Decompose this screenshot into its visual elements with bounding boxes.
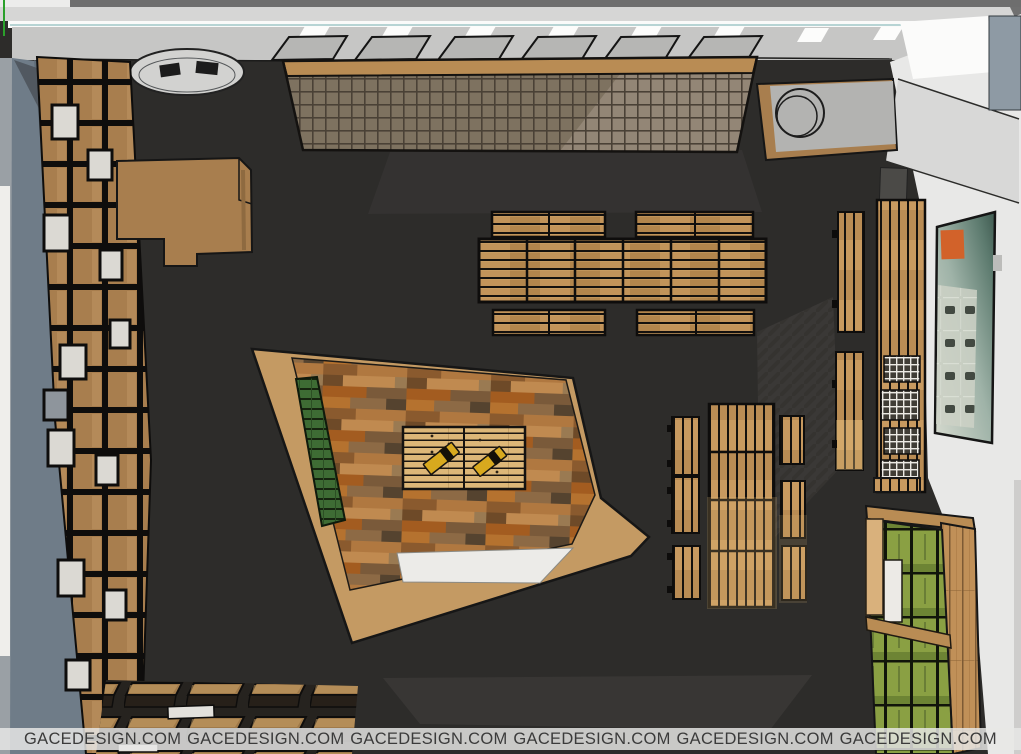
right-wall-bright bbox=[900, 16, 993, 79]
sunlight-overlay bbox=[836, 420, 863, 470]
interior-render-canvas: GACEDESIGN.COM GACEDESIGN.COM GACEDESIGN… bbox=[0, 0, 1021, 754]
watermark-text: GACEDESIGN.COM bbox=[350, 730, 507, 749]
wall-poster bbox=[935, 212, 1002, 443]
rug-oval bbox=[130, 49, 244, 95]
wall-floor-edge-right bbox=[757, 58, 892, 59]
grid-panel-grid bbox=[287, 73, 753, 152]
mesh-basket bbox=[881, 390, 919, 420]
green-unit-white-cell bbox=[884, 560, 902, 622]
dark-block bbox=[879, 168, 907, 201]
ceiling bbox=[0, 0, 1021, 61]
floor-light-patch-bottom bbox=[383, 675, 812, 730]
poster-orange-logo bbox=[941, 230, 965, 260]
shelf-cell-white bbox=[58, 560, 84, 596]
mesh-basket bbox=[884, 356, 920, 382]
sunlight-overlay bbox=[707, 497, 777, 609]
watermark-text: GACEDESIGN.COM bbox=[187, 730, 344, 749]
axis-line-green bbox=[3, 0, 5, 36]
shelf-cell-white bbox=[48, 430, 74, 466]
poster-pictogram-grid bbox=[936, 285, 977, 428]
slat-bench bbox=[838, 212, 864, 332]
sunlight-overlay bbox=[779, 515, 807, 603]
shelf-cell-white bbox=[88, 150, 112, 180]
shelf-cell-white bbox=[100, 250, 122, 280]
poster-mount-tab bbox=[993, 255, 1002, 271]
shelf-cell-white bbox=[96, 455, 118, 485]
round-rug bbox=[130, 49, 244, 95]
shelf-cell-gray bbox=[44, 390, 68, 420]
ceiling-dark-bar bbox=[70, 0, 1021, 7]
shelf-cell-white bbox=[66, 660, 90, 690]
corner-counter bbox=[757, 79, 897, 160]
bench bbox=[780, 416, 804, 464]
watermark-text: GACEDESIGN.COM bbox=[24, 730, 181, 749]
shelf-cell-white bbox=[60, 345, 86, 379]
slat-piece bbox=[874, 478, 920, 492]
floor-shadow-under-panel bbox=[368, 150, 762, 214]
watermark-text: GACEDESIGN.COM bbox=[840, 730, 997, 749]
mesh-basket bbox=[884, 428, 920, 454]
scene-svg bbox=[0, 0, 1021, 754]
ceiling-white-corner bbox=[0, 0, 70, 7]
shelf-cell-white bbox=[104, 590, 126, 620]
right-wall-blue-strip bbox=[989, 16, 1021, 110]
stool bbox=[195, 61, 218, 75]
ceiling-glass-line bbox=[10, 24, 1010, 26]
green-shelf-unit bbox=[866, 478, 981, 754]
watermark-text: GACEDESIGN.COM bbox=[677, 730, 834, 749]
shelf-cell-white bbox=[110, 320, 130, 348]
bench bbox=[673, 546, 700, 599]
watermark-text: GACEDESIGN.COM bbox=[513, 730, 670, 749]
shelf-cell-white bbox=[52, 105, 78, 139]
display-white-box bbox=[168, 705, 214, 719]
desk-side-shade bbox=[243, 170, 244, 250]
left-wall-white-sliver bbox=[0, 186, 10, 656]
table-group-b bbox=[667, 404, 807, 609]
bench bbox=[672, 477, 699, 533]
bench bbox=[672, 417, 699, 475]
right-edge-shade bbox=[1014, 480, 1021, 754]
hanging-grid-panel bbox=[283, 57, 757, 152]
ceiling-light-band bbox=[0, 7, 1021, 21]
watermark-bar: GACEDESIGN.COM GACEDESIGN.COM GACEDESIGN… bbox=[0, 728, 1021, 750]
green-unit-tan-column bbox=[866, 519, 883, 615]
shelf-cell-white bbox=[44, 215, 70, 251]
